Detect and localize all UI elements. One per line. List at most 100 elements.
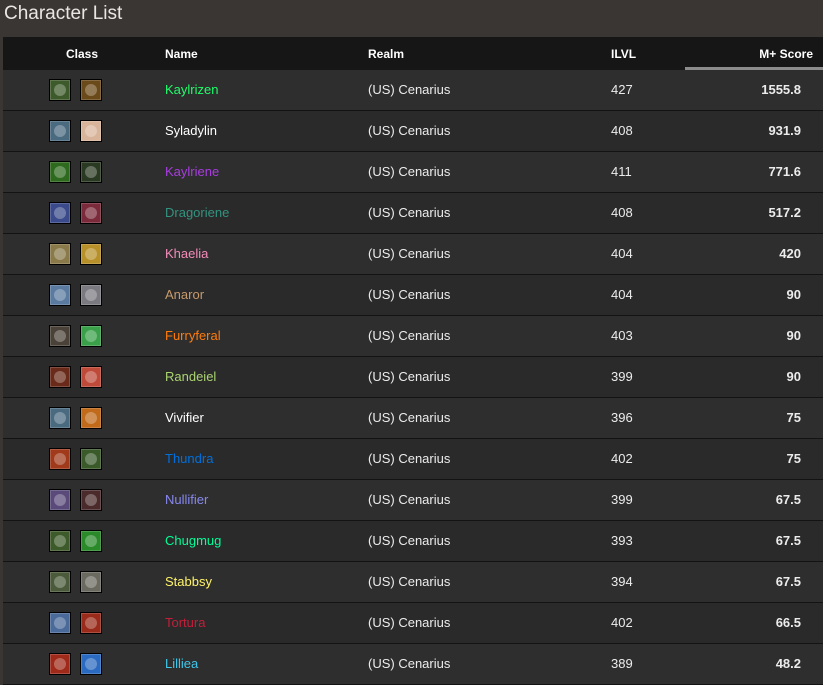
character-name-link[interactable]: Chugmug — [165, 521, 221, 561]
discipline-spec-icon — [80, 120, 102, 142]
death-knight-class-icon — [49, 612, 71, 634]
character-ilvl: 408 — [611, 205, 633, 220]
character-name-link[interactable]: Thundra — [165, 439, 213, 479]
character-realm: (US) Cenarius — [368, 410, 451, 425]
table-row[interactable]: Thundra (US) Cenarius 402 75 — [3, 439, 823, 480]
character-score: 75 — [786, 451, 801, 466]
table-row[interactable]: Kaylrizen (US) Cenarius 427 1555.8 — [3, 70, 823, 111]
character-realm: (US) Cenarius — [368, 246, 451, 261]
retribution-spec-icon — [80, 243, 102, 265]
demonology-spec-icon — [80, 489, 102, 511]
table-row[interactable]: Chugmug (US) Cenarius 393 67.5 — [3, 521, 823, 562]
character-score: 75 — [786, 410, 801, 425]
brewmaster-spec-icon — [80, 79, 102, 101]
character-score: 67.5 — [775, 533, 801, 548]
paladin-class-icon — [49, 243, 71, 265]
character-ilvl: 399 — [611, 492, 633, 507]
outlaw-spec-icon — [80, 571, 102, 593]
table-row[interactable]: Randeiel (US) Cenarius 399 90 — [3, 357, 823, 398]
character-score: 67.5 — [775, 492, 801, 507]
character-ilvl: 393 — [611, 533, 633, 548]
character-realm: (US) Cenarius — [368, 369, 451, 384]
table-row[interactable]: Vivifier (US) Cenarius 396 75 — [3, 398, 823, 439]
shaman-class-icon — [49, 448, 71, 470]
column-header-score[interactable]: M+ Score — [759, 37, 813, 71]
character-score: 517.2 — [768, 205, 801, 220]
mage-class-icon — [49, 653, 71, 675]
marksmanship-spec-icon — [80, 366, 102, 388]
character-score: 67.5 — [775, 574, 801, 589]
warrior-class-icon — [49, 284, 71, 306]
column-header-realm[interactable]: Realm — [368, 37, 404, 71]
character-score: 90 — [786, 328, 801, 343]
character-realm: (US) Cenarius — [368, 328, 451, 343]
table-row[interactable]: Syladylin (US) Cenarius 408 931.9 — [3, 111, 823, 152]
character-ilvl: 427 — [611, 82, 633, 97]
character-name-link[interactable]: Tortura — [165, 603, 205, 643]
character-score: 931.9 — [768, 123, 801, 138]
restoration-spec-icon — [80, 325, 102, 347]
table-row[interactable]: Anaror (US) Cenarius 404 90 — [3, 275, 823, 316]
character-name-link[interactable]: Kaylrizen — [165, 70, 218, 110]
blood-spec-icon — [80, 612, 102, 634]
table-row[interactable]: Tortura (US) Cenarius 402 66.5 — [3, 603, 823, 644]
monk-class-icon — [49, 407, 71, 429]
character-score: 1555.8 — [761, 82, 801, 97]
page-title: Character List — [4, 3, 123, 24]
character-name-link[interactable]: Stabbsy — [165, 562, 212, 602]
table-body: Kaylrizen (US) Cenarius 427 1555.8 Syladylin… — [3, 70, 823, 685]
character-ilvl: 403 — [611, 328, 633, 343]
warlock-class-icon — [49, 489, 71, 511]
character-realm: (US) Cenarius — [368, 492, 451, 507]
character-ilvl: 396 — [611, 410, 633, 425]
character-name-link[interactable]: Syladylin — [165, 111, 217, 151]
character-score: 90 — [786, 287, 801, 302]
table-row[interactable]: Lilliea (US) Cenarius 389 48.2 — [3, 644, 823, 685]
column-header-ilvl[interactable]: ILVL — [611, 37, 636, 71]
character-realm: (US) Cenarius — [368, 451, 451, 466]
character-name-link[interactable]: Randeiel — [165, 357, 216, 397]
character-name-link[interactable]: Vivifier — [165, 398, 204, 438]
table-row[interactable]: Dragoriene (US) Cenarius 408 517.2 — [3, 193, 823, 234]
character-realm: (US) Cenarius — [368, 574, 451, 589]
enhancement-spec-icon — [80, 448, 102, 470]
character-score: 66.5 — [775, 615, 801, 630]
havoc-spec-icon — [80, 161, 102, 183]
table-row[interactable]: Furryferal (US) Cenarius 403 90 — [3, 316, 823, 357]
table-row[interactable]: Kaylriene (US) Cenarius 411 771.6 — [3, 152, 823, 193]
character-name-link[interactable]: Lilliea — [165, 644, 198, 684]
frost-spec-icon — [80, 653, 102, 675]
character-name-link[interactable]: Furryferal — [165, 316, 221, 356]
monk-class-icon — [49, 79, 71, 101]
character-name-link[interactable]: Nullifier — [165, 480, 208, 520]
character-realm: (US) Cenarius — [368, 533, 451, 548]
table-row[interactable]: Stabbsy (US) Cenarius 394 67.5 — [3, 562, 823, 603]
column-header-class[interactable]: Class — [66, 37, 98, 71]
character-realm: (US) Cenarius — [368, 164, 451, 179]
character-score: 90 — [786, 369, 801, 384]
character-name-link[interactable]: Kaylriene — [165, 152, 219, 192]
character-ilvl: 411 — [611, 164, 632, 179]
character-realm: (US) Cenarius — [368, 205, 451, 220]
fire-spec-icon — [80, 407, 102, 429]
demon-hunter-class-icon — [49, 161, 71, 183]
character-realm: (US) Cenarius — [368, 123, 451, 138]
character-realm: (US) Cenarius — [368, 82, 451, 97]
character-score: 420 — [779, 246, 801, 261]
column-header-name[interactable]: Name — [165, 37, 198, 71]
character-score: 48.2 — [775, 656, 801, 671]
hunter-class-icon — [49, 366, 71, 388]
table-row[interactable]: Nullifier (US) Cenarius 399 67.5 — [3, 480, 823, 521]
character-ilvl: 389 — [611, 656, 633, 671]
character-name-link[interactable]: Khaelia — [165, 234, 208, 274]
priest-class-icon — [49, 120, 71, 142]
character-realm: (US) Cenarius — [368, 656, 451, 671]
table-header: Class Name Realm ILVL M+ Score — [3, 37, 823, 70]
character-ilvl: 404 — [611, 287, 633, 302]
character-ilvl: 394 — [611, 574, 633, 589]
character-name-link[interactable]: Dragoriene — [165, 193, 229, 233]
table-row[interactable]: Khaelia (US) Cenarius 404 420 — [3, 234, 823, 275]
character-realm: (US) Cenarius — [368, 615, 451, 630]
character-ilvl: 399 — [611, 369, 633, 384]
character-name-link[interactable]: Anaror — [165, 275, 204, 315]
